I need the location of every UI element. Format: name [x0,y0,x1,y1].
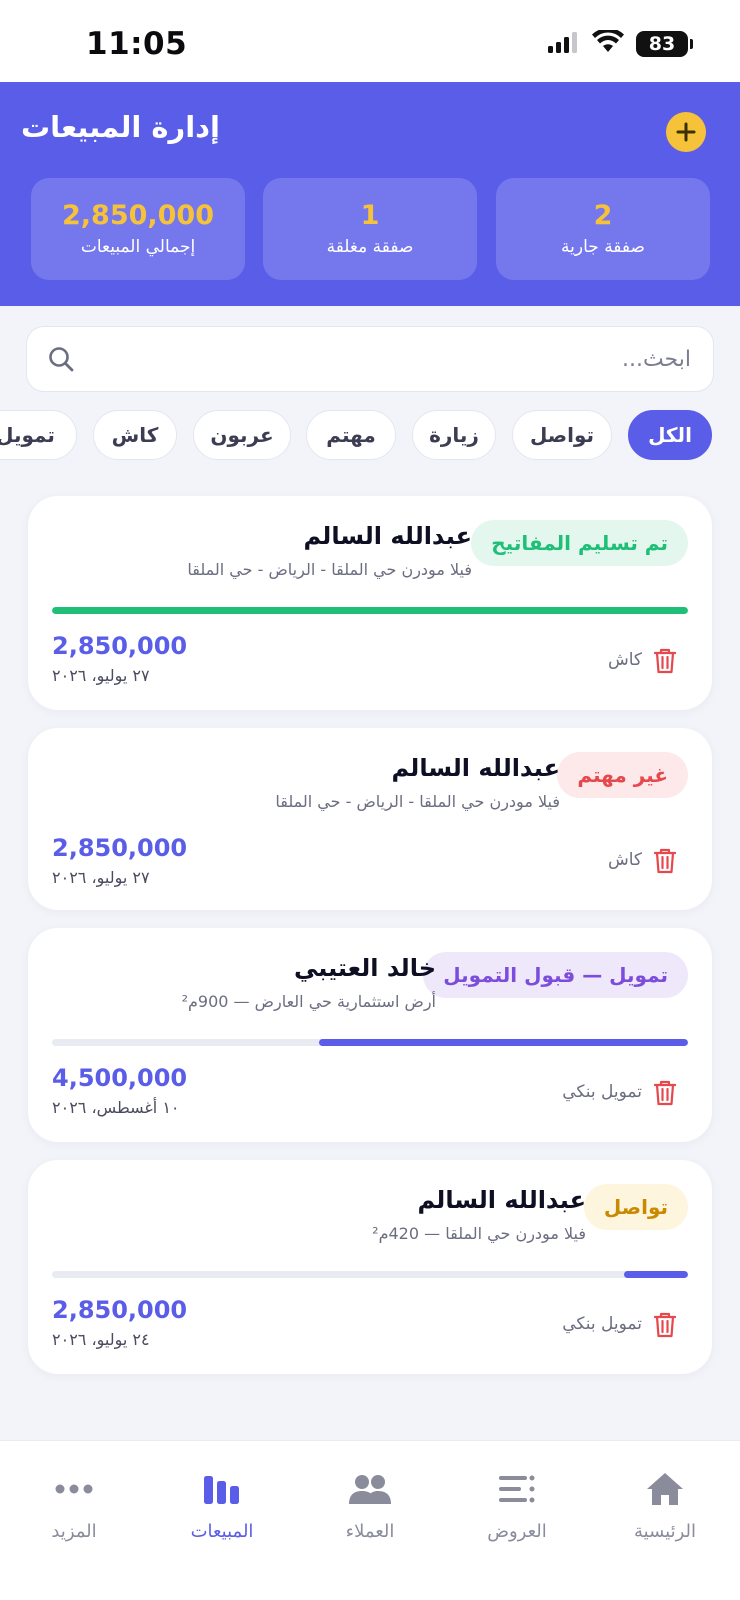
payment-method: كاش [607,650,642,670]
deal-date: ٢٤ يوليو، ٢٠٢٦ [52,1330,150,1349]
filter-chip-deposit[interactable]: عربون [193,410,291,460]
stat-label: صفقة جارية [561,237,645,257]
more-icon [14,1469,134,1509]
stat-label: إجمالي المبيعات [80,237,196,257]
add-deal-button[interactable] [666,112,706,152]
search-icon[interactable] [47,345,75,377]
trash-icon [654,1312,676,1338]
trash-icon [654,648,676,674]
deal-card[interactable]: تمويل — قبول التمويل خالد العتيبي أرض اس… [28,928,712,1142]
filter-chip-financing[interactable]: تمويل [0,410,77,460]
stat-closed-deals: 1 صفقة مغلقة [263,178,477,280]
deal-card[interactable]: تواصل عبدالله السالم فيلا مودرن حي الملق… [28,1160,712,1374]
delete-button[interactable] [650,1310,680,1340]
delete-button[interactable] [650,646,680,676]
trash-icon [654,1080,676,1106]
stat-value: 2 [593,200,613,231]
nav-label: العروض [487,1521,547,1542]
deal-progress-bar [52,1271,688,1278]
deal-date: ١٠ أغسطس، ٢٠٢٦ [52,1098,180,1117]
property-title: فيلا مودرن حي الملقا - الرياض - حي الملق… [187,560,472,579]
deal-card[interactable]: غير مهتم عبدالله السالم فيلا مودرن حي ال… [28,728,712,910]
list-icon [457,1469,577,1509]
search-input[interactable] [131,327,691,391]
trash-icon [654,848,676,874]
delete-button[interactable] [650,1078,680,1108]
status-badge: تواصل [583,1184,688,1230]
status-badge: غير مهتم [557,752,688,798]
deal-progress-fill [624,1271,688,1278]
plus-icon [676,122,696,142]
stat-ongoing-deals: 2 صفقة جارية [496,178,710,280]
nav-item-more[interactable]: المزيد [14,1469,134,1542]
nav-label: العملاء [345,1521,395,1542]
client-name: عبدالله السالم [417,1186,586,1214]
stat-total-sales: 2,850,000 إجمالي المبيعات [31,178,245,280]
bottom-nav: الرئيسية العروض العملاء المبيعات المزيد [0,1440,740,1600]
nav-item-home[interactable]: الرئيسية [605,1469,725,1542]
search-bar [26,326,714,392]
filter-chip-interested[interactable]: مهتم [306,410,396,460]
deal-card[interactable]: تم تسليم المفاتيح عبدالله السالم فيلا مو… [28,496,712,710]
stat-value: 2,850,000 [61,200,215,231]
filter-chip-visit[interactable]: زيارة [412,410,496,460]
client-name: عبدالله السالم [303,522,472,550]
deal-date: ٢٧ يوليو، ٢٠٢٦ [52,868,150,887]
client-name: عبدالله السالم [391,754,560,782]
property-title: فيلا مودرن حي الملقا — 420م² [372,1224,586,1243]
stat-value: 1 [360,200,380,231]
client-name: خالد العتيبي [294,954,436,982]
property-title: أرض استثمارية حي العارض — 900م² [181,992,436,1011]
nav-label: المبيعات [190,1521,254,1542]
nav-label: المزيد [51,1521,97,1542]
status-time: 11:05 [86,26,188,62]
filter-chip-cash[interactable]: كاش [93,410,177,460]
wifi-icon [592,28,624,58]
deal-progress-fill [52,607,688,614]
payment-method: كاش [607,850,642,870]
bar-chart-icon [162,1469,282,1509]
status-badge: تم تسليم المفاتيح [471,520,688,566]
filter-chip-all[interactable]: الكل [628,410,712,460]
page-title: إدارة المبيعات [20,110,220,144]
nav-item-listings[interactable]: العروض [457,1469,577,1542]
deal-amount: 2,850,000 [52,632,188,660]
nav-item-clients[interactable]: العملاء [310,1469,430,1542]
battery-icon: 83 [636,31,693,57]
filter-chip-contact[interactable]: تواصل [512,410,612,460]
deal-date: ٢٧ يوليو، ٢٠٢٦ [52,666,150,685]
deal-amount: 4,500,000 [52,1064,188,1092]
deal-progress-bar [52,607,688,614]
users-icon [310,1469,430,1509]
delete-button[interactable] [650,846,680,876]
nav-item-sales[interactable]: المبيعات [162,1469,282,1542]
filter-chips: الكل تواصل زيارة مهتم عربون كاش تمويل [0,410,740,462]
deal-amount: 2,850,000 [52,1296,188,1324]
cellular-signal-icon [548,31,580,57]
status-badge: تمويل — قبول التمويل [423,952,688,998]
status-bar: 11:05 83 [0,0,740,82]
stat-label: صفقة مغلقة [326,237,414,257]
payment-method: تمويل بنكي [562,1082,642,1102]
nav-label: الرئيسية [634,1521,696,1542]
payment-method: تمويل بنكي [562,1314,642,1334]
deal-amount: 2,850,000 [52,834,188,862]
deal-progress-bar [52,1039,688,1046]
home-icon [605,1469,725,1509]
deal-progress-fill [319,1039,688,1046]
header: إدارة المبيعات 2,850,000 إجمالي المبيعات… [0,82,740,306]
property-title: فيلا مودرن حي الملقا - الرياض - حي الملق… [275,792,560,811]
status-icons: 83 [548,28,693,58]
